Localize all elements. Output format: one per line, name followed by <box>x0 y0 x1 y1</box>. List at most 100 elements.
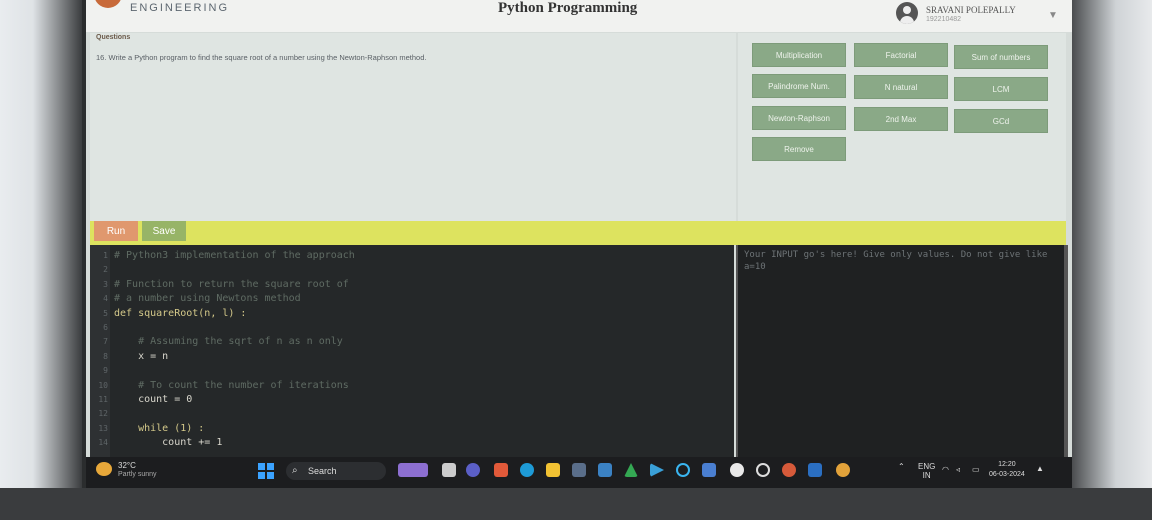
person-app-icon[interactable] <box>702 463 716 477</box>
code-text: count = 0 <box>114 394 193 405</box>
google-chrome-icon[interactable] <box>730 463 744 477</box>
region-code: IN <box>922 471 931 480</box>
program-list-panel: Multiplication Factorial Sum of numbers … <box>738 33 1066 221</box>
program-button-palindrome[interactable]: Palindrome Num. <box>752 74 846 98</box>
code-text: while (1) : <box>114 422 205 434</box>
program-button-remove[interactable]: Remove <box>752 137 846 161</box>
line-number: 9 <box>103 366 108 376</box>
code-line: 7 # Assuming the sqrt of n as n only <box>90 335 734 349</box>
code-line: 14 count += 1 <box>90 436 734 450</box>
taskbar-search[interactable]: ⌕ Search <box>286 462 386 480</box>
app-icon-blue[interactable] <box>808 463 822 477</box>
program-button-multiplication[interactable]: Multiplication <box>752 43 846 67</box>
line-number: 6 <box>103 323 108 332</box>
teams-chat-icon[interactable] <box>466 463 480 477</box>
code-line: 5 def squareRoot(n, l) : <box>90 307 734 321</box>
code-text: x = n <box>114 350 169 362</box>
clock-time: 12:20 <box>998 461 1016 468</box>
question-panel: Questions 16. Write a Python program to … <box>90 33 736 221</box>
user-id: 192210482 <box>926 16 962 23</box>
program-button-newton-raphson[interactable]: Newton-Raphson <box>752 106 846 130</box>
app-icon-red[interactable] <box>494 463 508 477</box>
task-view-icon[interactable] <box>442 463 456 477</box>
dropdown-caret-icon[interactable]: ▼ <box>1048 10 1058 21</box>
widgets-icon[interactable] <box>398 463 428 477</box>
code-line: 12 <box>90 407 734 421</box>
media-player-icon[interactable] <box>650 463 664 477</box>
program-button-2nd-max[interactable]: 2nd Max <box>854 107 948 131</box>
action-bar: Run Save <box>90 221 1066 245</box>
calculator-icon[interactable] <box>572 463 586 477</box>
code-line: 13 while (1) : <box>90 422 734 436</box>
line-number: 5 <box>103 308 108 318</box>
line-number: 3 <box>103 279 108 289</box>
header-bar: ENGINEERING Python Programming SRAVANI P… <box>86 0 1072 32</box>
people-icon[interactable] <box>598 463 612 477</box>
chrome-profile-icon[interactable] <box>782 463 796 477</box>
code-line: 8 x = n <box>90 350 734 364</box>
line-number: 13 <box>98 423 108 433</box>
weather-sun-icon[interactable] <box>96 462 112 476</box>
line-number: 4 <box>103 294 108 304</box>
browser-icon-orange[interactable] <box>836 463 850 477</box>
weather-temperature: 32°C <box>118 461 136 470</box>
volume-icon[interactable]: ◃ <box>956 465 960 474</box>
code-line: 4 # a number using Newtons method <box>90 292 734 306</box>
question-heading: Questions <box>96 34 131 41</box>
monitor-bezel-left <box>0 0 82 520</box>
program-button-lcm[interactable]: LCM <box>954 77 1048 101</box>
code-text: count += 1 <box>114 437 223 449</box>
monitor-bezel-bottom <box>0 488 1152 520</box>
code-text: def squareRoot(n, l) : <box>114 307 247 319</box>
monitor-bezel-right <box>1062 0 1152 520</box>
line-number: 1 <box>103 251 108 260</box>
clock-date: 06-03-2024 <box>989 471 1025 478</box>
taskbar-clock[interactable]: 12:20 06-03-2024 <box>989 460 1025 480</box>
code-line: 2 <box>90 263 734 277</box>
search-icon: ⌕ <box>292 465 298 476</box>
line-number: 11 <box>98 395 108 404</box>
weather-description: Partly sunny <box>118 471 157 478</box>
whatsapp-icon[interactable] <box>756 463 770 477</box>
line-number: 10 <box>98 380 108 390</box>
google-drive-icon[interactable] <box>624 463 638 477</box>
question-text: 16. Write a Python program to find the s… <box>96 53 427 62</box>
line-number: 12 <box>98 409 108 419</box>
input-scrollbar[interactable] <box>1064 245 1068 457</box>
save-button[interactable]: Save <box>142 221 186 241</box>
taskbar: 32°C Partly sunny ⌕ Search ⌃ ENG IN ◠ ◃ … <box>86 457 1072 488</box>
wifi-icon[interactable]: ◠ <box>942 465 949 474</box>
code-text: # Python3 implementation of the approach <box>114 250 355 261</box>
code-line: 10 # To count the number of iterations <box>90 379 734 393</box>
run-button[interactable]: Run <box>94 221 138 241</box>
cortana-icon[interactable] <box>676 463 690 477</box>
code-line: 11 count = 0 <box>90 393 734 407</box>
line-number: 7 <box>103 337 108 347</box>
file-explorer-icon[interactable] <box>546 463 560 477</box>
line-number: 8 <box>103 351 108 361</box>
user-name: SRAVANI POLEPALLY <box>926 5 1016 15</box>
program-button-n-natural[interactable]: N natural <box>854 75 948 99</box>
code-text: # To count the number of iterations <box>114 379 349 391</box>
battery-icon[interactable]: ▭ <box>972 465 980 474</box>
language-code[interactable]: ENG <box>918 462 935 471</box>
page-title: Python Programming <box>498 0 638 16</box>
code-editor[interactable]: 1 # Python3 implementation of the approac… <box>90 245 734 457</box>
tray-chevron-icon[interactable]: ⌃ <box>898 462 905 471</box>
code-text: # Assuming the sqrt of n as n only <box>114 336 343 348</box>
windows-start-icon[interactable] <box>258 463 274 479</box>
code-line: 6 <box>90 321 734 335</box>
user-avatar-icon[interactable] <box>896 2 918 24</box>
program-input-area[interactable]: Your INPUT go's here! Give only values. … <box>736 245 1064 457</box>
notification-bell-icon[interactable]: ▲ <box>1036 464 1044 473</box>
code-line: 1 # Python3 implementation of the approac… <box>90 249 734 263</box>
edge-browser-icon[interactable] <box>520 463 534 477</box>
program-button-gcd[interactable]: GCd <box>954 109 1048 133</box>
program-button-sum-of-numbers[interactable]: Sum of numbers <box>954 45 1048 69</box>
code-line: 3 # Function to return the square root of <box>90 278 734 292</box>
search-label: Search <box>308 466 337 476</box>
code-text: # a number using Newtons method <box>114 293 301 305</box>
code-text: # Function to return the square root of <box>114 278 349 290</box>
program-button-factorial[interactable]: Factorial <box>854 43 948 67</box>
screen: ENGINEERING Python Programming SRAVANI P… <box>86 0 1072 488</box>
